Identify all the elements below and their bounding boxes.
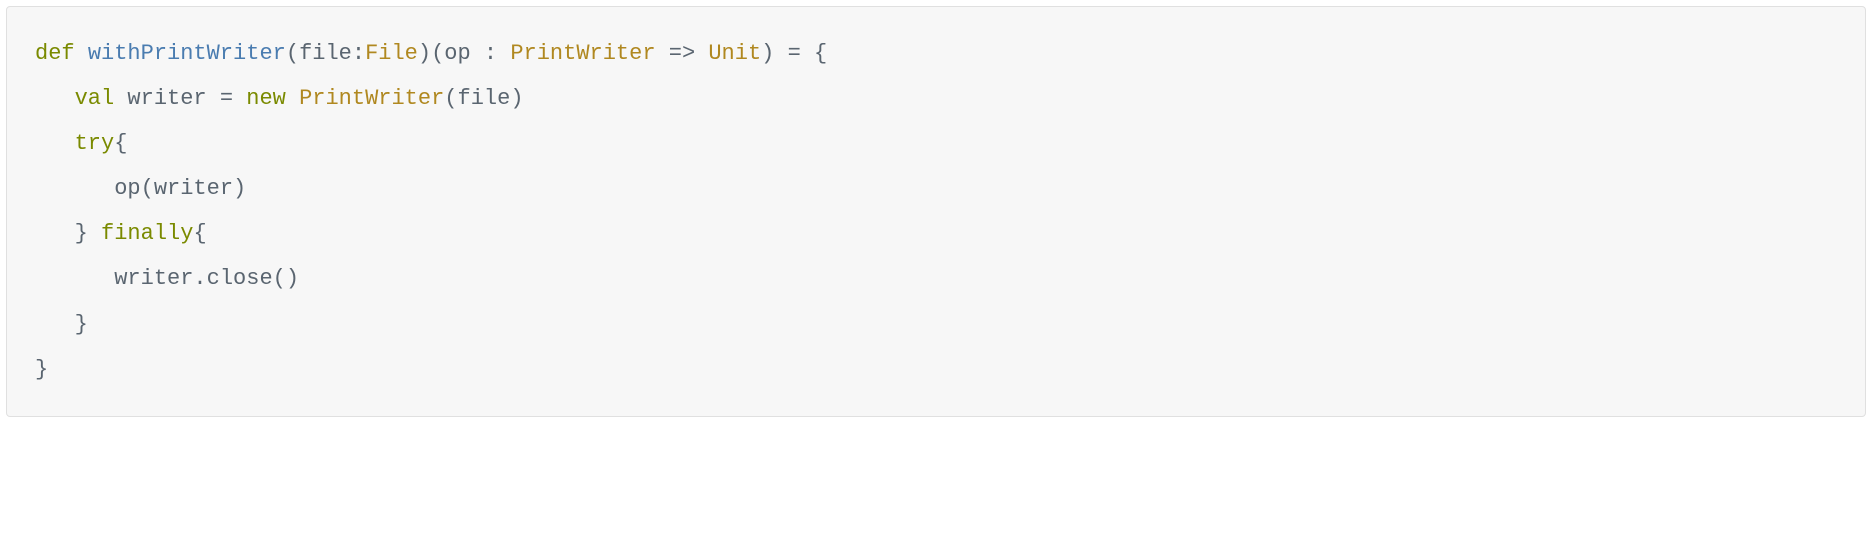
indent <box>35 176 114 201</box>
code-line-2: val writer = new PrintWriter(file) <box>35 86 524 111</box>
keyword-try: try <box>75 131 115 156</box>
code-line-7: } <box>35 312 88 337</box>
indent <box>35 221 75 246</box>
paren-close-open: )( <box>418 41 444 66</box>
indent <box>35 266 114 291</box>
brace-close: } <box>35 357 48 382</box>
param-op: op <box>444 41 470 66</box>
param-file: file: <box>299 41 365 66</box>
indent <box>35 131 75 156</box>
colon: : <box>471 41 511 66</box>
keyword-val: val <box>75 86 115 111</box>
call-writer-close: writer.close() <box>114 266 299 291</box>
var-writer: writer <box>127 86 206 111</box>
space <box>114 86 127 111</box>
keyword-new: new <box>246 86 286 111</box>
type-printwriter: PrintWriter <box>510 41 655 66</box>
code-line-6: writer.close() <box>35 266 299 291</box>
space <box>286 86 299 111</box>
type-file: File <box>365 41 418 66</box>
arg-file: file <box>458 86 511 111</box>
type-printwriter: PrintWriter <box>299 86 444 111</box>
function-name: withPrintWriter <box>88 41 286 66</box>
brace-open: { <box>193 221 206 246</box>
paren-close-brace: ) = { <box>761 41 827 66</box>
code-line-5: } finally{ <box>35 221 207 246</box>
code-line-3: try{ <box>35 131 127 156</box>
brace-open: { <box>114 131 127 156</box>
paren-open: ( <box>286 41 299 66</box>
arrow: => <box>656 41 709 66</box>
code-line-1: def withPrintWriter(file:File)(op : Prin… <box>35 41 827 66</box>
code-line-8: } <box>35 357 48 382</box>
code-line-4: op(writer) <box>35 176 246 201</box>
brace-close: } <box>75 312 88 337</box>
indent <box>35 86 75 111</box>
brace-close: } <box>75 221 101 246</box>
indent <box>35 312 75 337</box>
paren-close: ) <box>510 86 523 111</box>
paren-open: ( <box>444 86 457 111</box>
code-block: def withPrintWriter(file:File)(op : Prin… <box>6 6 1866 417</box>
keyword-finally: finally <box>101 221 193 246</box>
call-op-writer: op(writer) <box>114 176 246 201</box>
type-unit: Unit <box>708 41 761 66</box>
equals: = <box>207 86 247 111</box>
keyword-def: def <box>35 41 75 66</box>
